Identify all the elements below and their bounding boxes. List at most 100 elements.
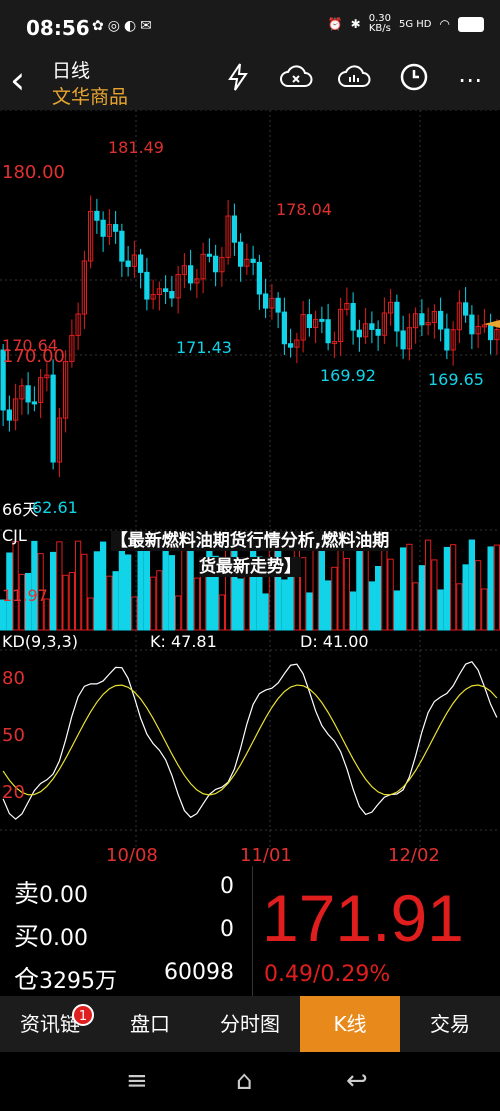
tab-timeshare-label: 分时图 [220,1012,280,1036]
order-book: 卖0.00 0 买0.00 0 仓3295万 60098 [0,866,253,996]
candle-body [438,310,444,330]
y-label-170: 170.00 [2,346,65,367]
k-value: K: 47.81 [150,632,217,651]
candle-body [113,224,119,232]
candle-body [31,401,37,405]
chart-area[interactable] [0,109,500,866]
sell-qty: 0 [220,874,234,899]
low-annotation: 171.43 [176,338,232,357]
cloud-sync-icon[interactable] [278,62,314,98]
buy-row: 买0.00 [14,917,88,953]
kd-level-20: 20 [2,782,25,803]
volume-bar [112,571,119,631]
volume-bar [325,580,332,631]
network-type: 5G HD [399,18,432,30]
tab-trade[interactable]: 交易 [400,996,500,1052]
volume-bar [281,579,288,631]
low2-annotation: 169.92 [320,366,376,385]
candle-body [6,409,12,421]
volume-bar [237,578,244,631]
volume-bar [87,597,94,631]
position-count: 60098 [164,960,234,985]
candle-body [144,271,150,300]
exchange-title[interactable]: 文华商品 [52,82,128,109]
volume-bar [481,588,488,631]
notification-icons: ✿◎◐✉ [92,18,156,34]
volume-bar [412,582,419,631]
volume-bar [218,594,225,631]
bottom-tabs: 资讯链 1 盘口 分时图 K线 交易 [0,996,500,1052]
candle-body [288,343,294,348]
candle-body [319,318,325,322]
cjl-value: 11.97 [2,586,48,605]
high-annotation: 181.49 [108,138,164,157]
battery-icon [458,16,484,32]
volume-bar [175,595,182,631]
candle-body [369,323,375,330]
headline-overlay[interactable]: 【最新燃料油期货行情分析,燃料油期 货最新走势】 [0,528,500,580]
speed-unit: KB/s [368,23,391,34]
volume-bar [62,574,69,631]
date-label-3: 12/02 [388,845,440,866]
candle-body [375,328,381,336]
candle-body [25,385,31,403]
candle-body [119,230,125,262]
position-label: 仓 [14,965,40,994]
sell-label: 卖 [14,879,40,908]
volume-bar [456,583,463,631]
kd-level-80: 80 [2,668,25,689]
tab-orderbook[interactable]: 盘口 [100,996,200,1052]
cloud-chart-icon[interactable] [336,62,372,98]
high2-annotation: 178.04 [276,200,332,219]
back-icon[interactable]: ‹ [10,60,25,100]
candle-body [469,314,475,335]
kline-chart[interactable] [0,109,500,866]
kd-label: KD(9,3,3) [2,632,79,651]
candle-body [256,261,262,295]
position-row: 仓3295万 [14,960,117,996]
network-speed: 0.30 KB/s [369,14,391,34]
notification-badge: 1 [72,1004,94,1026]
k-line [2,660,498,820]
candle-body [50,374,56,463]
buy-qty: 0 [220,917,234,942]
volume-bar [150,576,157,631]
candle-body [250,258,256,263]
candle-body [125,260,131,267]
buy-price: 0.00 [39,926,88,951]
more-icon[interactable]: ⋯ [452,62,488,98]
volume-bar [393,590,400,631]
candle-body [231,215,237,243]
alarm-icon: ⏰ [327,17,343,31]
candle-body [206,253,212,257]
volume-bar [350,591,357,631]
candle-body [138,254,144,273]
back-nav-icon[interactable]: ↩ [346,1066,368,1096]
tab-kline[interactable]: K线 [300,996,400,1052]
sell-row: 卖0.00 [14,874,88,910]
candle-body [213,255,219,273]
status-bar: 08:56 ✿◎◐✉ ⏰ ✱ 0.30 KB/s 5G HD ◠ [0,0,500,54]
candle-body [325,319,331,344]
home-icon[interactable]: ⌂ [236,1066,253,1096]
low3-annotation: 169.65 [428,370,484,389]
low4-annotation: 62.61 [32,498,78,517]
tab-news[interactable]: 资讯链 1 [0,996,100,1052]
wifi-icon: ◠ [439,17,450,31]
tab-timeshare[interactable]: 分时图 [200,996,300,1052]
volume-bar [193,577,200,631]
candle-body [394,301,400,332]
candle-body [169,291,175,299]
clock-icon[interactable] [396,62,432,98]
period-title: 日线 [52,60,91,82]
flash-icon[interactable] [220,62,256,98]
tab-orderbook-label: 盘口 [130,1012,170,1036]
candle-body [419,313,425,326]
candle-body [275,297,281,313]
tab-news-label: 资讯链 [20,1012,80,1036]
system-nav-bar: ≡ ⌂ ↩ [0,1052,500,1111]
volume-bar [68,572,75,631]
candle-body [100,219,106,237]
menu-icon[interactable]: ≡ [126,1066,148,1096]
y-label-180: 180.00 [2,162,65,183]
